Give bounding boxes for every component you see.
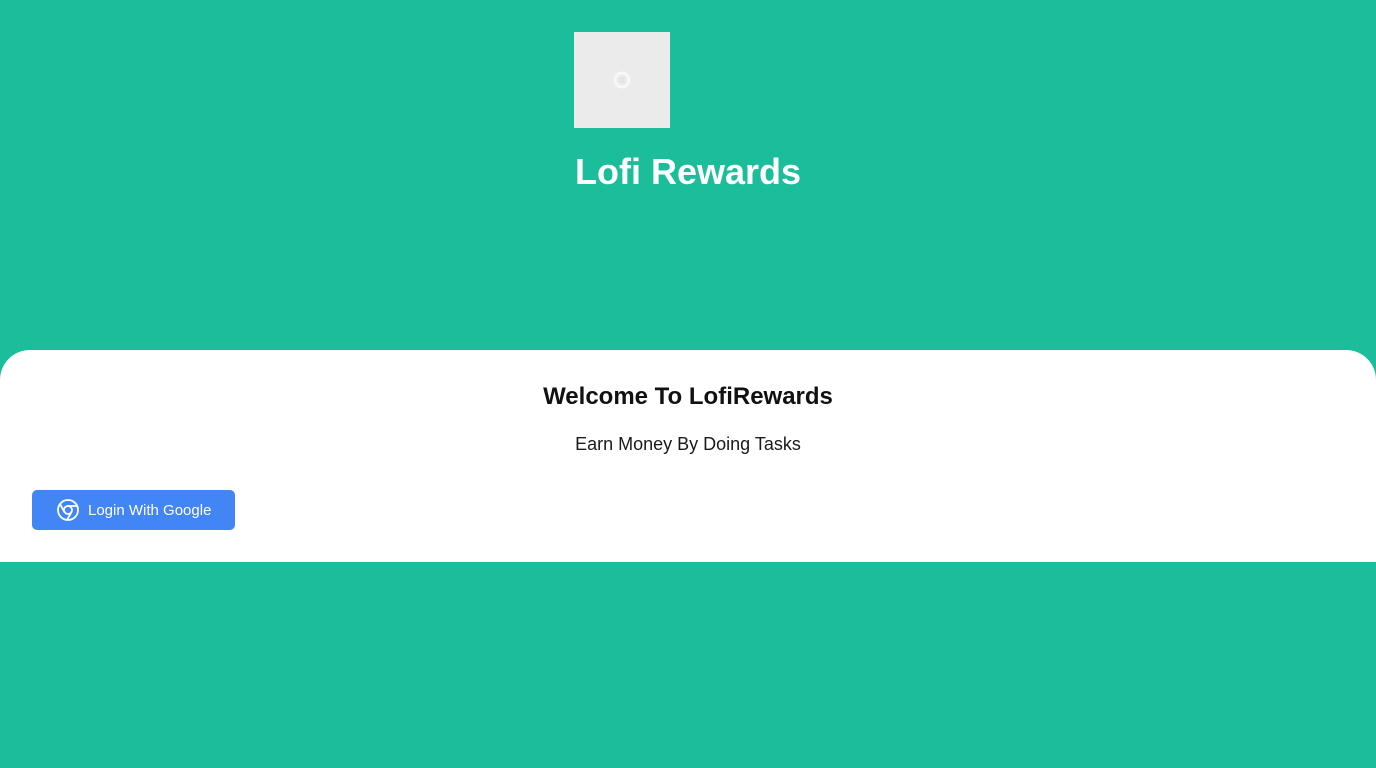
app-logo bbox=[574, 32, 670, 128]
chrome-icon bbox=[56, 498, 80, 522]
app-title: Lofi Rewards bbox=[574, 151, 802, 192]
login-with-google-button[interactable]: Login With Google bbox=[32, 490, 235, 530]
login-button-label: Login With Google bbox=[88, 501, 212, 519]
loading-spinner-icon bbox=[612, 70, 632, 90]
welcome-subtitle: Earn Money By Doing Tasks bbox=[575, 434, 801, 454]
welcome-card: Welcome To LofiRewards Earn Money By Doi… bbox=[0, 350, 1376, 562]
welcome-heading: Welcome To LofiRewards bbox=[543, 383, 833, 410]
